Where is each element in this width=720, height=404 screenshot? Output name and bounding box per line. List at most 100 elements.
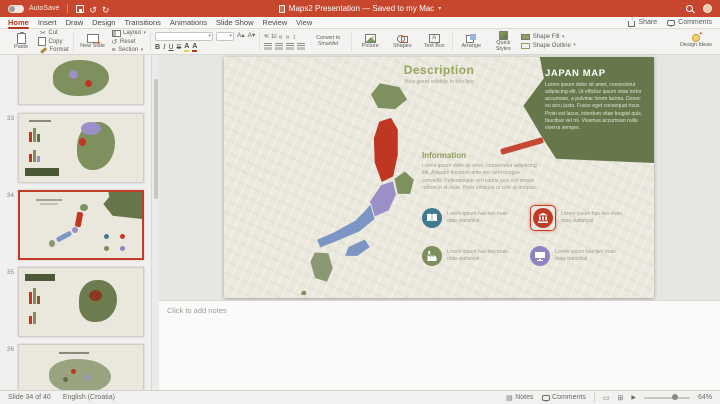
stat-item-monitor[interactable]: Lorem ipsum has two main data statistica… <box>530 241 636 271</box>
font-size-combobox[interactable] <box>216 32 234 41</box>
slide-thumbnail-36[interactable] <box>18 344 144 390</box>
share-button[interactable]: Share <box>628 19 657 27</box>
font-name-combobox[interactable] <box>155 32 213 41</box>
thumb-region-shape <box>85 80 92 87</box>
clipboard-small-buttons: Cut Copy Format <box>40 30 69 54</box>
autosave-toggle[interactable] <box>8 5 24 13</box>
picture-button[interactable]: Picture <box>356 30 384 54</box>
arrange-button[interactable]: Arrange <box>457 30 485 54</box>
tab-insert[interactable]: Insert <box>38 17 57 29</box>
slide-34[interactable]: Description Your great subtitle in this … <box>224 57 654 298</box>
align-left-button[interactable] <box>264 43 272 50</box>
highlight-color-button[interactable] <box>184 43 189 52</box>
tab-view[interactable]: View <box>296 17 312 29</box>
text-box-button[interactable]: Text Box <box>420 30 448 54</box>
underline-button[interactable]: U <box>168 44 173 51</box>
search-icon[interactable] <box>686 5 693 12</box>
zoom-slider-knob[interactable] <box>672 394 678 400</box>
notes-placeholder[interactable]: Click to add notes <box>159 301 720 320</box>
chevron-down-icon[interactable]: ▾ <box>438 5 441 12</box>
tab-animations[interactable]: Animations <box>170 17 207 29</box>
thumb-title-band <box>25 168 59 176</box>
undo-icon[interactable] <box>89 0 97 18</box>
slide-thumbnail-32-partial[interactable] <box>18 55 144 105</box>
slide-sorter-view-icon[interactable] <box>617 394 623 402</box>
slide-thumbnail-35[interactable] <box>18 267 144 337</box>
scissors-icon <box>40 30 46 37</box>
shape-outline-button[interactable]: Shape Outline▾ <box>521 42 576 49</box>
shape-outline-icon <box>521 43 530 49</box>
convert-to-smartart-button[interactable]: Convert to SmartArt <box>309 36 347 47</box>
layout-button[interactable]: Layout▾ <box>112 30 147 37</box>
slide-thumbnail-33[interactable] <box>18 113 144 183</box>
align-center-button[interactable] <box>275 43 283 50</box>
slides-group: New Slide Layout▾ Reset Section▾ <box>78 30 147 54</box>
stat-item-factory[interactable]: Lorem ipsum has two main data statistica… <box>422 241 528 271</box>
design-ideas-button[interactable]: Design Ideas <box>678 30 714 54</box>
thumbnail-scrollbar[interactable] <box>152 55 159 390</box>
document-title: Maps2 Presentation — Saved to my Mac <box>289 4 434 13</box>
italic-button[interactable]: I <box>163 44 165 51</box>
quick-styles-button[interactable]: Quick Styles <box>489 30 517 54</box>
tab-transitions[interactable]: Transitions <box>124 17 160 29</box>
numbering-button[interactable] <box>271 34 276 40</box>
cut-button[interactable]: Cut <box>40 30 69 37</box>
decrease-font-size-button[interactable]: A▾ <box>248 33 256 40</box>
slideshow-view-icon[interactable] <box>631 394 636 401</box>
tab-design[interactable]: Design <box>92 17 115 29</box>
section-button[interactable]: Section▾ <box>112 47 147 54</box>
information-body[interactable]: Lorem ipsum dolor sit amet, consectetur … <box>422 163 540 193</box>
ribbon-tab-bar: Home Insert Draw Design Transitions Anim… <box>0 17 720 29</box>
stat-item-book[interactable]: Lorem ipsum has two main data statistica… <box>422 203 528 233</box>
justify-button[interactable] <box>297 43 305 50</box>
strikethrough-button[interactable]: S <box>177 44 182 51</box>
align-right-button[interactable] <box>286 43 294 50</box>
information-title[interactable]: Information <box>422 151 466 160</box>
line-spacing-button[interactable] <box>293 34 297 41</box>
comments-toggle-button[interactable]: Comments <box>542 394 586 401</box>
stat-text: Lorem ipsum has two main data statistica… <box>447 249 513 263</box>
factory-icon <box>422 246 442 266</box>
layout-icon <box>112 30 121 37</box>
slide-thumbnail-34-selected[interactable] <box>18 190 144 260</box>
zoom-slider[interactable] <box>644 397 690 399</box>
tab-review[interactable]: Review <box>263 17 288 29</box>
tab-draw[interactable]: Draw <box>66 17 84 29</box>
shape-fill-button[interactable]: Shape Fill▾ <box>521 34 576 41</box>
bullets-button[interactable] <box>264 34 268 40</box>
increase-indent-button[interactable] <box>286 34 290 41</box>
statusbar-right: Notes Comments 64% <box>506 393 712 402</box>
account-avatar[interactable] <box>703 4 712 13</box>
scrollbar-thumb[interactable] <box>154 79 158 199</box>
thumb-banner-shape <box>100 192 142 219</box>
tab-home[interactable]: Home <box>8 17 29 29</box>
thumbnail-number: 33 <box>2 115 14 122</box>
copy-button[interactable]: Copy <box>40 38 69 45</box>
paste-button[interactable]: Paste <box>6 30 36 54</box>
notes-toggle-button[interactable]: Notes <box>506 394 533 402</box>
shapes-button[interactable]: Shapes <box>388 30 416 54</box>
stat-item-bank[interactable]: Lorem ipsum has two main data statistica… <box>530 203 636 233</box>
save-icon[interactable] <box>76 5 84 13</box>
font-color-button[interactable] <box>192 43 197 52</box>
comments-button[interactable]: Comments <box>667 19 712 26</box>
arrange-label: Arrange <box>461 44 481 50</box>
thumb-region-shape <box>75 212 84 228</box>
new-slide-button[interactable]: New Slide <box>78 30 108 54</box>
redo-icon[interactable] <box>102 0 110 18</box>
normal-view-icon[interactable] <box>603 394 610 402</box>
share-icon <box>628 21 635 27</box>
bold-button[interactable]: B <box>155 44 160 51</box>
increase-font-size-button[interactable]: A▴ <box>237 33 245 40</box>
language-indicator[interactable]: English (Croatia) <box>63 394 115 401</box>
reset-button[interactable]: Reset <box>112 38 147 45</box>
zoom-percentage[interactable]: 64% <box>698 394 712 401</box>
thumb-map-shape <box>49 359 111 390</box>
tab-slideshow[interactable]: Slide Show <box>216 17 254 29</box>
thumb-region-shape <box>71 369 76 374</box>
format-painter-button[interactable]: Format <box>40 47 69 54</box>
reset-label: Reset <box>120 39 136 45</box>
slide-number-indicator: Slide 34 of 40 <box>8 394 51 401</box>
decrease-indent-button[interactable] <box>279 34 283 41</box>
notes-pane[interactable]: Click to add notes <box>159 300 720 390</box>
